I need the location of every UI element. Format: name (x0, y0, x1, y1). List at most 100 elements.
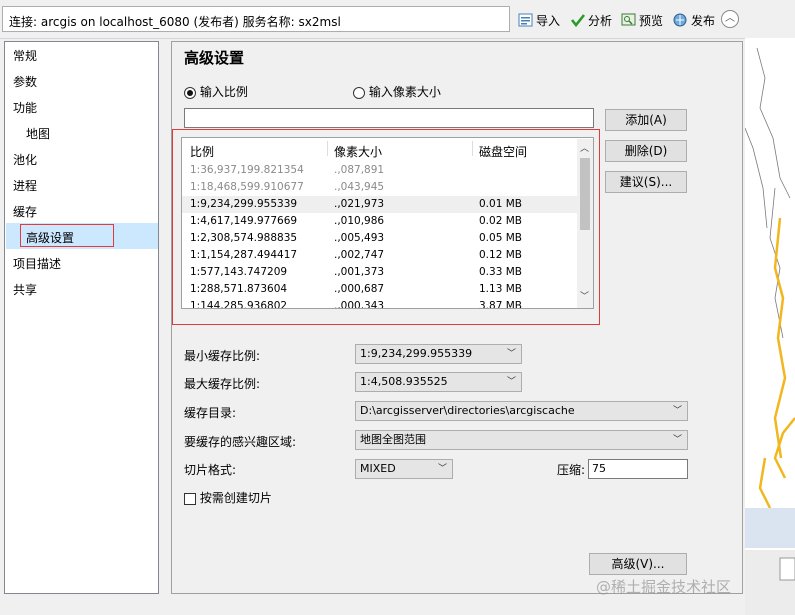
radio-pixel-label: 输入像素大小 (368, 85, 441, 99)
watermark-text: @稀土掘金技术社区 (596, 578, 732, 596)
preview-button[interactable]: 预览 (621, 10, 663, 30)
cell-disk-space: 0.01 MB (479, 198, 522, 210)
sidebar-item-processes[interactable]: 进程 (13, 177, 37, 194)
cell-scale: 1:2,308,574.988835 (190, 232, 298, 244)
table-row[interactable]: 1:18,468,599.910677 .,043,945 (182, 179, 578, 196)
table-row[interactable]: 1:4,617,149.977669 .,010,986 0.02 MB (182, 213, 578, 230)
delete-button[interactable]: 删除(D) (605, 140, 687, 162)
sidebar-item-general[interactable]: 常规 (13, 47, 37, 64)
page-title: 高级设置 (184, 49, 245, 67)
sidebar-item-caching[interactable]: 缓存 (13, 203, 37, 220)
on-demand-tiles-checkbox[interactable]: 按需创建切片 (184, 489, 272, 506)
cell-pixel-size: .,010,986 (334, 215, 385, 227)
scrollbar-thumb[interactable] (580, 158, 590, 230)
cell-disk-space: 0.05 MB (479, 232, 522, 244)
settings-sidebar: 常规 参数 功能 地图 池化 进程 缓存 高级设置 项目描述 共享 (4, 41, 159, 594)
cell-disk-space: 0.33 MB (479, 266, 522, 278)
chevron-down-icon: ﹀ (437, 464, 447, 474)
sidebar-item-map[interactable]: 地图 (26, 125, 50, 142)
chevron-down-icon: ﹀ (506, 349, 516, 359)
publish-label: 发布 (691, 13, 716, 28)
cell-scale: 1:9,234,299.955339 (190, 198, 298, 210)
analyze-button[interactable]: 分析 (570, 10, 612, 30)
cell-disk-space: 0.12 MB (479, 249, 522, 261)
checkmark-icon (570, 12, 586, 28)
column-header-scale[interactable]: 比例 (190, 143, 214, 160)
list-scrollbar[interactable]: ︿ ﹀ (577, 139, 593, 308)
publish-icon (673, 12, 689, 28)
radio-unselected-icon (353, 86, 365, 99)
suggest-button[interactable]: 建议(S)... (605, 171, 687, 193)
tile-format-value: MIXED (360, 462, 396, 475)
min-scale-select[interactable]: 1:9,234,299.955339 ﹀ (355, 344, 522, 364)
top-toolbar: 连接: arcgis on localhost_6080 (发布者) 服务名称:… (0, 0, 795, 39)
cell-pixel-size: .,000,343 (334, 300, 385, 309)
checkbox-unchecked-icon (184, 492, 196, 505)
analyze-label: 分析 (588, 13, 613, 28)
publish-button[interactable]: 发布 (673, 10, 715, 30)
map-boundary-lines (745, 47, 795, 615)
scale-input[interactable] (184, 108, 594, 128)
cache-directory-select[interactable]: D:\arcgisserver\directories\arcgiscache … (355, 401, 688, 421)
area-of-interest-label: 要缓存的感兴趣区域: (184, 435, 297, 449)
add-button[interactable]: 添加(A) (605, 109, 687, 131)
table-row[interactable]: 1:288,571.873604 .,000,687 1.13 MB (182, 281, 578, 298)
sidebar-item-advanced-settings[interactable]: 高级设置 (26, 229, 74, 246)
cell-scale: 1:1,154,287.494417 (190, 249, 298, 261)
cell-pixel-size: .,087,891 (334, 164, 385, 176)
cell-pixel-size: .,021,973 (334, 198, 385, 210)
cell-pixel-size: .,001,373 (334, 266, 385, 278)
table-row[interactable]: 1:36,937,199.821354 .,087,891 (182, 162, 578, 179)
column-header-disk-space[interactable]: 磁盘空间 (479, 143, 527, 160)
advanced-button[interactable]: 高级(V)... (589, 553, 687, 575)
cell-scale: 1:144,285.936802 (190, 300, 288, 309)
tile-format-select[interactable]: MIXED ﹀ (355, 459, 453, 479)
sidebar-item-parameters[interactable]: 参数 (13, 73, 37, 90)
radio-scale-label: 输入比例 (199, 85, 248, 99)
cell-pixel-size: .,043,945 (334, 181, 385, 193)
cell-pixel-size: .,002,747 (334, 249, 385, 261)
table-row[interactable]: 1:577,143.747209 .,001,373 0.33 MB (182, 264, 578, 281)
scroll-down-icon[interactable]: ﹀ (580, 289, 589, 302)
chevron-down-icon: ﹀ (672, 435, 682, 445)
on-demand-tiles-label: 按需创建切片 (199, 491, 272, 505)
area-of-interest-select[interactable]: 地图全图范围 ﹀ (355, 430, 688, 450)
cell-disk-space: 0.02 MB (479, 215, 522, 227)
sidebar-item-pooling[interactable]: 池化 (13, 151, 37, 168)
cell-scale: 1:4,617,149.977669 (190, 215, 298, 227)
table-row[interactable]: 1:9,234,299.955339 .,021,973 0.01 MB (182, 196, 578, 213)
column-separator (472, 141, 473, 156)
map-view-strip (745, 38, 795, 615)
cache-directory-value: D:\arcgisserver\directories\arcgiscache (360, 404, 575, 417)
table-row[interactable]: 1:1,154,287.494417 .,002,747 0.12 MB (182, 247, 578, 264)
radio-input-pixel-size[interactable]: 输入像素大小 (353, 83, 441, 100)
sidebar-item-item-description[interactable]: 项目描述 (13, 255, 61, 272)
preview-icon (621, 12, 637, 28)
import-button[interactable]: 导入 (518, 10, 560, 30)
sidebar-item-sharing[interactable]: 共享 (13, 281, 37, 298)
radio-input-scale[interactable]: 输入比例 (184, 83, 248, 100)
cell-scale: 1:36,937,199.821354 (190, 164, 304, 176)
max-scale-select[interactable]: 1:4,508.935525 ﹀ (355, 372, 522, 392)
compression-label: 压缩: (557, 463, 586, 477)
connection-info-box: 连接: arcgis on localhost_6080 (发布者) 服务名称:… (2, 6, 510, 32)
advanced-settings-panel: 高级设置 输入比例 输入像素大小 添加(A) 删除(D) 建议(S)... 比例… (171, 41, 743, 594)
cell-scale: 1:18,468,599.910677 (190, 181, 304, 193)
scroll-up-icon[interactable]: ︿ (580, 141, 589, 154)
cache-directory-label: 缓存目录: (184, 406, 237, 420)
area-of-interest-value: 地图全图范围 (360, 433, 426, 446)
cell-disk-space: 3.87 MB (479, 300, 522, 309)
column-header-pixel-size[interactable]: 像素大小 (334, 143, 382, 160)
compression-input[interactable]: 75 (588, 459, 688, 479)
sidebar-item-capabilities[interactable]: 功能 (13, 99, 37, 116)
cell-pixel-size: .,000,687 (334, 283, 385, 295)
max-scale-label: 最大缓存比例: (184, 377, 261, 391)
connection-info-text: 连接: arcgis on localhost_6080 (发布者) 服务名称:… (9, 15, 341, 29)
max-scale-value: 1:4,508.935525 (360, 375, 448, 388)
cell-scale: 1:288,571.873604 (190, 283, 288, 295)
table-row[interactable]: 1:2,308,574.988835 .,005,493 0.05 MB (182, 230, 578, 247)
collapse-up-icon[interactable]: ︿ (721, 10, 739, 28)
table-row[interactable]: 1:144,285.936802 .,000,343 3.87 MB (182, 298, 578, 309)
scale-list[interactable]: 比例 像素大小 磁盘空间 1:36,937,199.821354 .,087,8… (181, 137, 594, 309)
cell-disk-space: 1.13 MB (479, 283, 522, 295)
